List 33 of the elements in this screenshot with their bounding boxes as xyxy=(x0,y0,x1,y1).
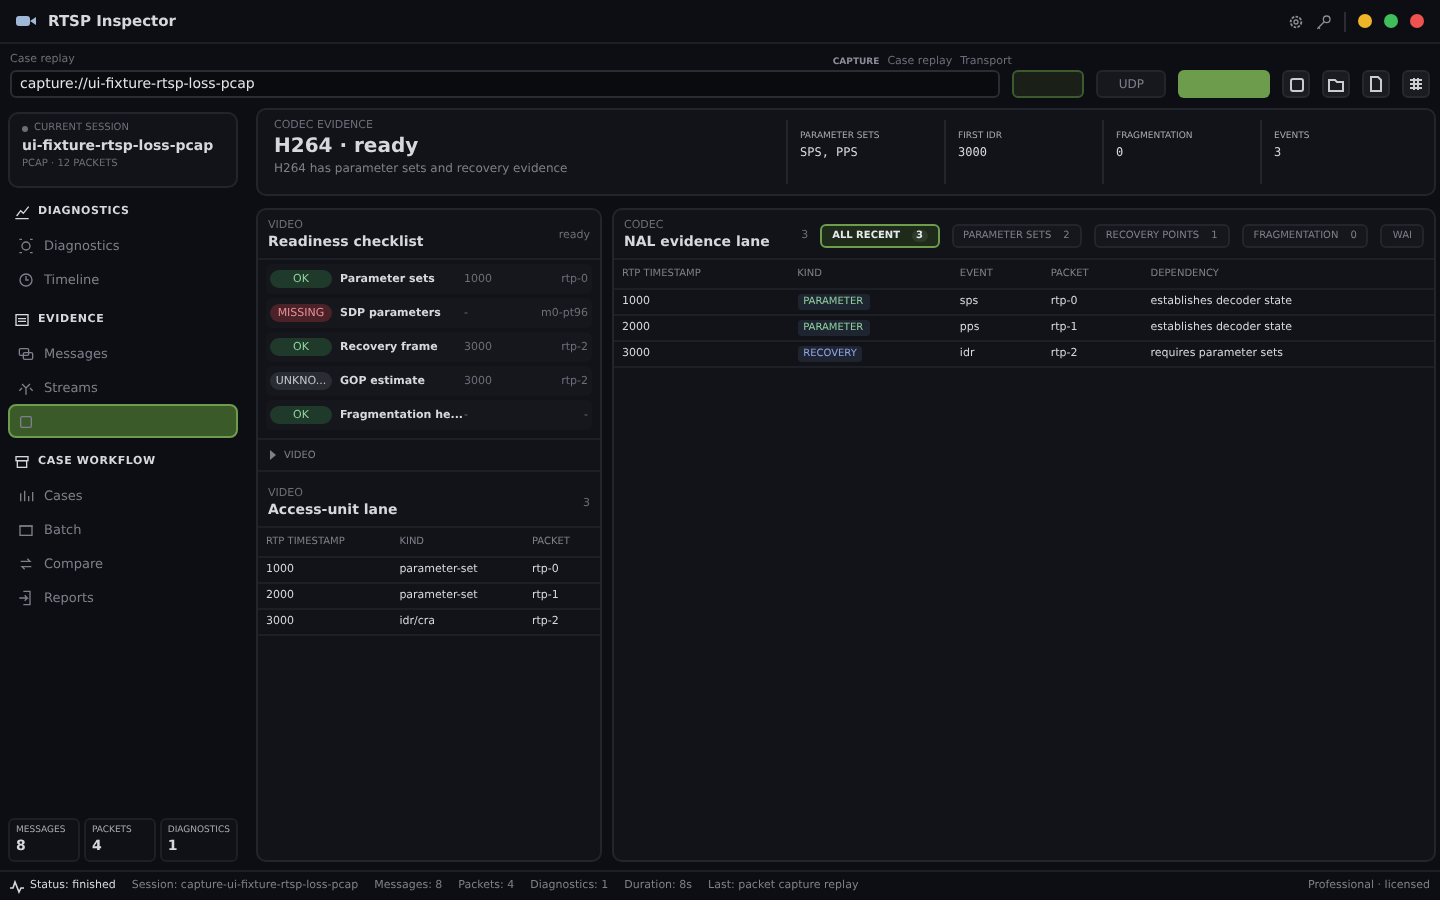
nav-icon xyxy=(18,555,34,571)
folder-button[interactable] xyxy=(1322,70,1350,98)
activity-icon xyxy=(10,879,24,893)
nav-icon xyxy=(18,589,34,605)
square-icon xyxy=(1289,77,1303,91)
columns-button[interactable] xyxy=(1402,70,1430,98)
status-dot-icon xyxy=(22,125,28,131)
close-button[interactable] xyxy=(1410,14,1424,28)
minimize-button[interactable] xyxy=(1358,14,1372,28)
card-title: H264 · ready xyxy=(274,136,421,158)
nav-icon xyxy=(18,413,34,429)
caret-icon xyxy=(268,450,278,460)
maximize-button[interactable] xyxy=(1384,14,1398,28)
key-icon[interactable] xyxy=(1316,13,1332,29)
transport-select[interactable] xyxy=(1012,70,1085,98)
nav-icon xyxy=(18,237,34,253)
nav-icon xyxy=(18,521,34,537)
nav-icon xyxy=(18,487,34,503)
sidebar-item[interactable] xyxy=(8,404,238,438)
settings-icon[interactable] xyxy=(1288,13,1304,29)
section-icon xyxy=(14,454,30,470)
grid-icon xyxy=(1408,76,1424,92)
nav-icon xyxy=(18,345,34,361)
folder-icon xyxy=(1328,77,1344,91)
nav-icon xyxy=(18,271,34,287)
nav-icon xyxy=(18,379,34,395)
document-icon xyxy=(1370,76,1382,92)
stop-button[interactable] xyxy=(1282,70,1310,98)
section-icon xyxy=(14,204,30,220)
logo-icon xyxy=(16,14,36,28)
document-button[interactable] xyxy=(1362,70,1390,98)
start-button[interactable] xyxy=(1178,70,1270,98)
section-icon xyxy=(14,312,30,328)
